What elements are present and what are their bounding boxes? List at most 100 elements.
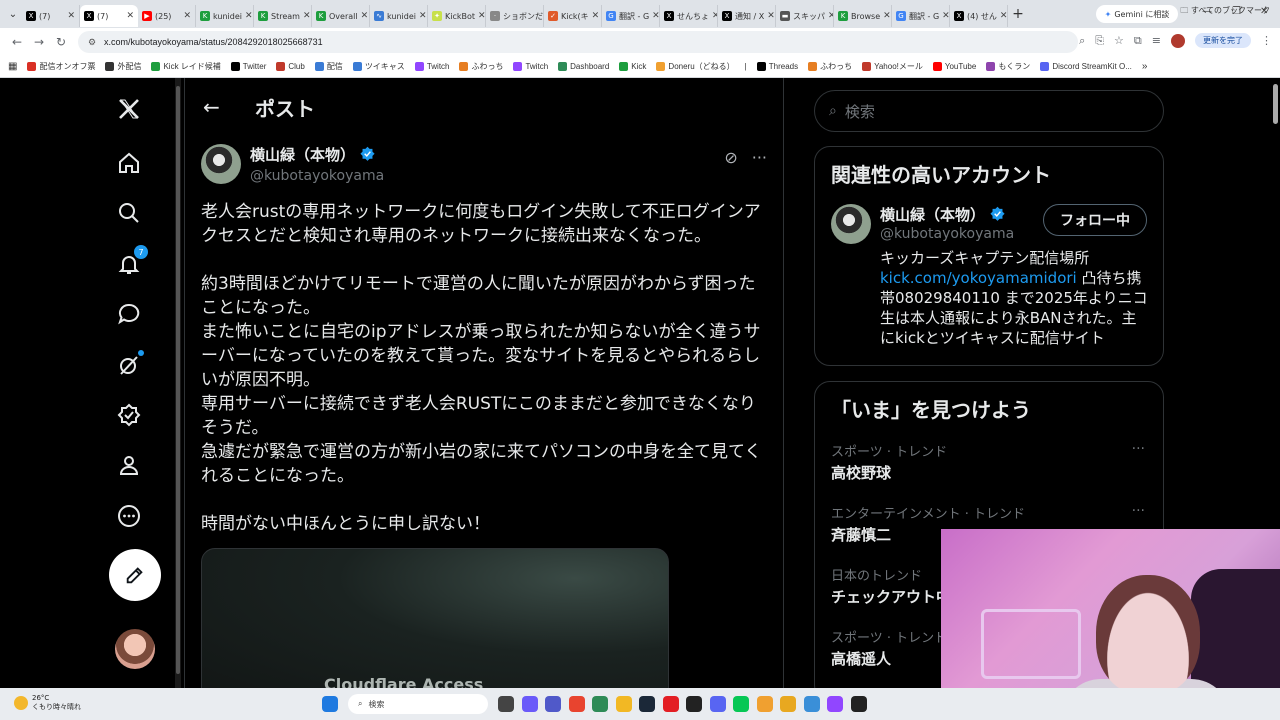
- bookmark-item[interactable]: 配信オンオフ票: [27, 61, 95, 72]
- bookmark-item[interactable]: もくラン: [986, 61, 1030, 72]
- related-account-avatar[interactable]: [831, 204, 871, 244]
- discord-icon[interactable]: [709, 696, 726, 712]
- browser-tab[interactable]: Xせんちょ✕: [660, 5, 718, 27]
- terminal-icon[interactable]: [850, 696, 867, 712]
- bookmark-item[interactable]: Threads: [756, 61, 798, 72]
- tab-close-icon[interactable]: ✕: [1000, 11, 1007, 21]
- tab-close-icon[interactable]: ✕: [67, 11, 75, 21]
- gemini-button[interactable]: ✦ Gemini に相談: [1096, 5, 1178, 23]
- tab-close-icon[interactable]: ✕: [652, 11, 659, 21]
- bookmark-item[interactable]: Club: [276, 61, 305, 72]
- trend-more-icon[interactable]: ···: [1132, 441, 1145, 457]
- compose-post-button[interactable]: [109, 549, 161, 601]
- verified-icon[interactable]: [114, 400, 144, 430]
- tab-close-icon[interactable]: ✕: [883, 11, 891, 21]
- taskbar-search[interactable]: ⌕ 検索: [348, 694, 488, 714]
- site-info-icon[interactable]: ⚙: [88, 37, 98, 48]
- twitch-icon[interactable]: [827, 696, 843, 712]
- browser-tab[interactable]: K Stream ✕: [254, 5, 312, 27]
- profile-icon[interactable]: [114, 450, 144, 480]
- notifications-icon[interactable]: 7: [114, 245, 148, 279]
- tab-close-icon[interactable]: ✕: [478, 11, 485, 21]
- file-explorer-icon[interactable]: [615, 696, 632, 712]
- notepad-icon[interactable]: [803, 696, 820, 712]
- task-view-icon[interactable]: [498, 696, 514, 712]
- browser-tab[interactable]: G 翻訳 - G ✕: [892, 5, 950, 27]
- back-icon[interactable]: ←: [6, 35, 28, 49]
- more-menu-icon[interactable]: ⋮: [1261, 34, 1272, 47]
- author-name-row[interactable]: 横山緑（本物）: [250, 144, 384, 165]
- bookmark-item[interactable]: Kick レイド候補: [151, 61, 221, 72]
- bookmark-item[interactable]: Twitch: [414, 61, 449, 72]
- related-account-name-row[interactable]: 横山緑（本物）: [880, 204, 1006, 225]
- bookmark-item[interactable]: 外配信: [105, 61, 141, 72]
- new-tab-button[interactable]: +: [1008, 6, 1028, 22]
- bookmark-item[interactable]: YouTube: [932, 61, 976, 72]
- trend-more-icon[interactable]: ···: [1132, 503, 1145, 519]
- app-icon[interactable]: [686, 696, 702, 712]
- tab-close-icon[interactable]: ✕: [303, 11, 311, 21]
- messages-icon[interactable]: [114, 299, 144, 329]
- bio-link[interactable]: kick.com/yokoyamamidori: [880, 269, 1077, 287]
- tab-close-icon[interactable]: ✕: [245, 11, 253, 21]
- browser-tab[interactable]: X (7) ✕: [80, 5, 138, 27]
- bookmarks-overflow-icon[interactable]: »: [1142, 61, 1148, 72]
- x-logo-icon[interactable]: [114, 94, 144, 124]
- extensions-icon[interactable]: ⧉: [1134, 34, 1142, 48]
- post-media-image[interactable]: Cloudflare Access: [201, 548, 669, 688]
- browser-tab[interactable]: ▬スキッパ✕: [776, 5, 834, 27]
- grok-icon[interactable]: [114, 350, 144, 380]
- browser-tab[interactable]: ∿ kunidei ✕: [370, 5, 428, 27]
- home-icon[interactable]: [114, 148, 144, 178]
- bookmark-item[interactable]: Twitter: [230, 61, 266, 72]
- bookmark-item[interactable]: Doneru（どねる）: [656, 61, 735, 72]
- steam-icon[interactable]: [639, 696, 655, 712]
- bookmark-item[interactable]: ふわっち: [459, 61, 503, 72]
- author-avatar[interactable]: [201, 144, 241, 184]
- bookmark-item[interactable]: ツイキャス: [352, 61, 405, 72]
- weather-widget[interactable]: 26°C くもり時々晴れ: [14, 694, 81, 712]
- browser-tab[interactable]: X 通知 / X ✕: [718, 5, 776, 27]
- tab-close-icon[interactable]: ✕: [183, 11, 191, 21]
- line-icon[interactable]: [733, 696, 749, 712]
- all-bookmarks[interactable]: 🗀 すべてのブックマーク: [1180, 5, 1270, 19]
- tab-close-icon[interactable]: ✕: [592, 11, 600, 21]
- browser-tab[interactable]: X (4) せん ✕: [950, 5, 1008, 27]
- browser-tab[interactable]: ▶ (25) ✕: [138, 5, 196, 27]
- bookmark-star-icon[interactable]: ☆: [1114, 34, 1124, 47]
- back-arrow-icon[interactable]: ←: [203, 95, 237, 119]
- search-input[interactable]: ⌕ 検索: [814, 90, 1164, 132]
- update-button[interactable]: 更新を完了: [1195, 33, 1251, 48]
- apps-icon[interactable]: ▦: [8, 61, 17, 72]
- tab-search-icon[interactable]: ⌄: [4, 5, 22, 23]
- trend-item[interactable]: スポーツ · トレンド 高校野球 ···: [815, 435, 1163, 497]
- tab-close-icon[interactable]: ✕: [419, 11, 427, 21]
- zoom-icon[interactable]: ⌕: [1079, 34, 1085, 48]
- author-handle[interactable]: @kubotayokoyama: [250, 168, 384, 184]
- url-field[interactable]: ⚙ x.com/kubotayokoyama/status/2084292018…: [78, 31, 1078, 53]
- bookmark-item[interactable]: 配信: [314, 61, 343, 72]
- following-button[interactable]: フォロー中: [1043, 204, 1147, 236]
- account-avatar[interactable]: [115, 629, 155, 669]
- start-icon[interactable]: [322, 696, 338, 712]
- browser-tab[interactable]: ·ショボンだ✕: [486, 5, 544, 27]
- grok-explain-icon[interactable]: ⊘: [724, 148, 737, 167]
- app-icon-3[interactable]: [780, 696, 796, 712]
- bookmark-item[interactable]: Yahoo!メール: [862, 61, 923, 72]
- bookmark-item[interactable]: Twitch: [513, 61, 548, 72]
- bookmark-item[interactable]: Dashboard: [558, 61, 609, 72]
- browser-tab[interactable]: K Overall ✕: [312, 5, 370, 27]
- copilot-icon[interactable]: [521, 696, 538, 712]
- more-icon[interactable]: [114, 501, 144, 531]
- chrome-icon[interactable]: [568, 696, 585, 712]
- nav-scrollbar[interactable]: [175, 78, 181, 688]
- edge-icon[interactable]: [592, 696, 608, 712]
- search-icon[interactable]: [114, 198, 144, 228]
- tab-close-icon[interactable]: ✕: [767, 11, 775, 21]
- browser-tab[interactable]: G 翻訳 - G ✕: [602, 5, 660, 27]
- tab-close-icon[interactable]: ✕: [942, 11, 949, 21]
- tab-close-icon[interactable]: ✕: [126, 11, 134, 21]
- bookmark-item[interactable]: |: [745, 61, 747, 72]
- reading-list-icon[interactable]: ≡: [1152, 34, 1161, 47]
- forward-icon[interactable]: →: [28, 35, 50, 49]
